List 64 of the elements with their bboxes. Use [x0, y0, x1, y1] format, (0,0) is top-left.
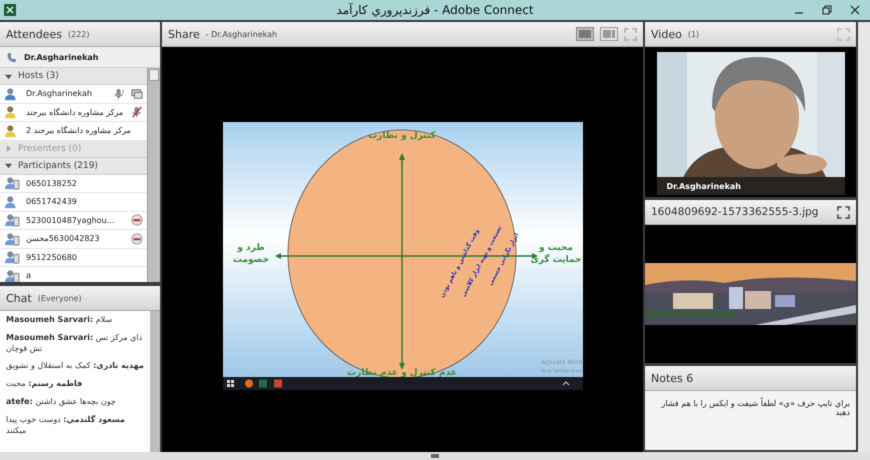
- attendee-name: 0650138252: [26, 178, 78, 188]
- app-icon: [4, 4, 16, 16]
- fullscreen-icon[interactable]: [837, 206, 850, 218]
- window-title: فرزندپروري كارآمد - Adobe Connect: [335, 3, 535, 17]
- remove-icon[interactable]: [131, 214, 143, 226]
- attendee-row[interactable]: 5230010487yaghou...: [0, 212, 147, 230]
- section-header[interactable]: Participants (219): [0, 158, 147, 174]
- section-label: Presenters (0): [18, 144, 82, 154]
- pod-title: Notes 6: [651, 372, 694, 384]
- axis-label: محبت و حمایت گری: [530, 243, 582, 265]
- attendee-name: 5630042823محسن: [26, 234, 101, 244]
- attendee-name: 9512250680: [26, 252, 78, 262]
- person-icon: [4, 250, 20, 264]
- attendee-row[interactable]: 5630042823محسن: [0, 230, 147, 248]
- scrollbar[interactable]: [147, 68, 160, 282]
- section-label: Participants (219): [18, 160, 98, 170]
- restore-icon[interactable]: [822, 5, 832, 15]
- close-icon[interactable]: [850, 5, 860, 15]
- pod-title: Chat: [6, 292, 32, 304]
- expand-icon[interactable]: [5, 162, 12, 169]
- remove-icon[interactable]: [131, 232, 143, 245]
- expand-icon[interactable]: [5, 72, 12, 80]
- person-icon: [4, 232, 20, 246]
- attendee-name: 0651742439: [26, 197, 78, 206]
- attendee-name: مركز مشاوره دانشگاه بيرجند 2: [26, 126, 132, 136]
- axis-label: طرد و خصومت: [232, 243, 269, 265]
- pod-title: Video: [651, 28, 682, 40]
- user-name: Dr.Asgharinekah: [24, 52, 98, 62]
- person-icon: [4, 213, 20, 228]
- firefox-icon[interactable]: [244, 380, 252, 388]
- muted-microphone-icon[interactable]: [131, 106, 143, 118]
- chat-message: فاطمه رستم: محبت: [6, 379, 84, 390]
- person-icon: [4, 268, 20, 282]
- file-name: 1604809692-1573362555-3.jpg: [651, 206, 818, 218]
- pod-title: Share: [168, 28, 200, 40]
- note-text: براي تايپ حرف «ي» لطفاً شيفت و ايكس را با هم فشار دهيد: [660, 399, 850, 417]
- chat-scope: (Everyone): [38, 294, 82, 302]
- axis-label: عدم کنترل و عدم نظارت: [346, 368, 456, 378]
- pod-title: Attendees: [6, 28, 62, 40]
- chat-message: مسعود گلندمي: دوست خوب پیدا میکنند: [6, 414, 126, 436]
- video-caption: Dr.Asgharinekah: [666, 182, 741, 191]
- axis-label: کنترل و نظارت: [368, 131, 436, 141]
- attendee-row[interactable]: 0651742439: [0, 193, 147, 212]
- caret-icon[interactable]: [562, 381, 569, 386]
- section-header[interactable]: Hosts (3): [0, 68, 147, 85]
- chat-message: مهدیه نادری: کمک به استقلال و تشویق: [6, 361, 144, 372]
- video-count: (1): [688, 30, 700, 38]
- attendee-row[interactable]: Dr.Asgharinekah: [0, 85, 147, 104]
- attendee-name: مركز مشاوره دانشگاه بيرجند: [26, 108, 124, 117]
- section-label: Hosts (3): [18, 71, 59, 81]
- attendee-row[interactable]: مركز مشاوره دانشگاه بيرجند: [0, 104, 147, 122]
- attendee-row[interactable]: 0650138252: [0, 174, 147, 193]
- windows-start-icon[interactable]: [226, 380, 234, 387]
- computer-icon: [131, 88, 143, 100]
- presenter-name: - Dr.Asgharinekah: [206, 30, 278, 38]
- attendee-name: 5230010487yaghou...: [26, 216, 116, 225]
- resize-handle[interactable]: [431, 454, 439, 458]
- attendee-count: (222): [68, 30, 90, 38]
- attendee-name: a: [26, 271, 32, 280]
- microphone-icon[interactable]: [113, 88, 125, 100]
- person-icon: [4, 176, 20, 190]
- phone-icon[interactable]: [6, 50, 19, 64]
- attendee-name: Dr.Asgharinekah: [26, 89, 93, 98]
- attendee-row[interactable]: 9512250680: [0, 248, 147, 267]
